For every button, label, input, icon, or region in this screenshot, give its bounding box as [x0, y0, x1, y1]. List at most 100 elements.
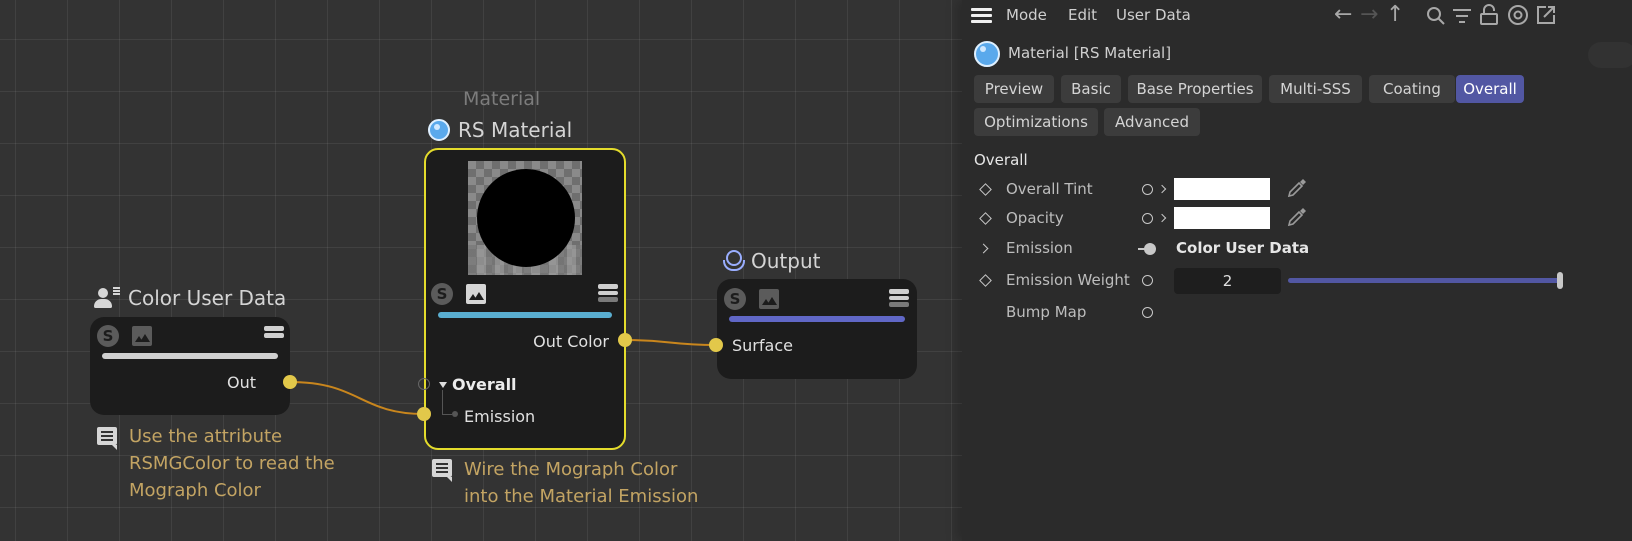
- output-icon: [723, 250, 745, 272]
- tab-advanced[interactable]: Advanced: [1104, 108, 1200, 136]
- preview-sphere: [477, 169, 575, 267]
- note-line: RSMGColor to read the: [129, 453, 335, 474]
- tree-line: [442, 390, 443, 415]
- port-label-emission: Emission: [464, 407, 536, 426]
- object-title: Material [RS Material]: [1008, 44, 1172, 62]
- arrow-up-icon[interactable]: ↑: [1386, 4, 1404, 26]
- note-icon: [97, 427, 117, 450]
- expand-chevron-icon[interactable]: [1157, 184, 1167, 194]
- expand-chevron-icon[interactable]: [1157, 213, 1167, 223]
- hamburger-menu-icon[interactable]: [971, 8, 992, 23]
- param-label-emission: Emission: [1006, 239, 1073, 257]
- keyframe-diamond-icon[interactable]: [979, 183, 992, 196]
- note-line: Mograph Color: [129, 480, 261, 501]
- tab-overall[interactable]: Overall: [1456, 75, 1524, 103]
- param-label-bump-map: Bump Map: [1006, 303, 1087, 321]
- target-icon[interactable]: [1507, 4, 1529, 26]
- filter-icon[interactable]: [1452, 7, 1472, 25]
- note-line: into the Material Emission: [464, 486, 699, 507]
- keyframe-diamond-icon[interactable]: [979, 274, 992, 287]
- output-caption: Output: [723, 249, 820, 273]
- preview-toggle-icon[interactable]: [466, 284, 486, 304]
- solo-icon[interactable]: S: [724, 288, 746, 310]
- node-color-bar: [102, 353, 278, 359]
- rs-material-title: RS Material: [458, 118, 573, 142]
- eyedropper-icon[interactable]: [1286, 177, 1308, 199]
- new-window-icon[interactable]: [1536, 5, 1558, 25]
- note-left[interactable]: Use the attribute RSMGColor to read the …: [129, 423, 335, 504]
- rs-material-icon: [428, 119, 450, 141]
- slider-fill: [1288, 278, 1560, 283]
- material-preview: [468, 161, 582, 275]
- node-menu-icon[interactable]: [264, 326, 284, 344]
- emission-link-value: Color User Data: [1176, 239, 1310, 257]
- preview-toggle-icon[interactable]: [759, 289, 779, 309]
- port-emission[interactable]: [417, 407, 431, 421]
- collapse-triangle-icon[interactable]: [439, 382, 447, 388]
- port-out[interactable]: [283, 375, 297, 389]
- rs-material-caption: RS Material: [428, 118, 572, 142]
- port-toggle-icon[interactable]: [1142, 275, 1153, 286]
- group-label-overall[interactable]: Overall: [452, 375, 517, 394]
- lock-icon[interactable]: [1479, 4, 1499, 26]
- emission-weight-field[interactable]: 2: [1174, 268, 1281, 294]
- output-title: Output: [751, 249, 821, 273]
- note-right[interactable]: Wire the Mograph Color into the Material…: [464, 456, 698, 510]
- preview-toggle-icon[interactable]: [132, 326, 152, 346]
- tree-dot: [452, 411, 458, 417]
- node-menu-icon[interactable]: [889, 289, 909, 308]
- emission-weight-slider[interactable]: [1288, 272, 1563, 289]
- menu-mode[interactable]: Mode: [1006, 6, 1047, 24]
- rs-material-node[interactable]: S Out Color Overall Emission: [418, 148, 626, 450]
- note-line: Wire the Mograph Color: [464, 459, 678, 480]
- color-user-data-node[interactable]: S Out: [90, 317, 290, 415]
- attribute-manager: Mode Edit User Data ← → ↑ Material [RS M…: [962, 0, 1632, 541]
- eyedropper-icon[interactable]: [1286, 206, 1308, 228]
- node-menu-icon[interactable]: [598, 284, 618, 303]
- node-editor-canvas[interactable]: Color User Data S Out Use the attribute …: [0, 0, 1000, 541]
- param-label-overall-tint: Overall Tint: [1006, 180, 1093, 198]
- slider-handle[interactable]: [1557, 272, 1563, 289]
- tab-basic[interactable]: Basic: [1061, 75, 1121, 103]
- expand-chevron-icon[interactable]: [978, 243, 989, 254]
- menu-bar: Mode Edit User Data ← → ↑: [962, 0, 1632, 32]
- toggle-pill[interactable]: [1588, 42, 1632, 68]
- search-icon[interactable]: [1426, 6, 1446, 26]
- port-label-out: Out: [226, 373, 256, 392]
- port-toggle-icon[interactable]: [1142, 307, 1153, 318]
- menu-user-data[interactable]: User Data: [1116, 6, 1191, 24]
- app-window: Color User Data S Out Use the attribute …: [0, 0, 1632, 541]
- node-color-bar: [729, 316, 905, 322]
- solo-icon[interactable]: S: [431, 283, 453, 305]
- arrow-left-icon[interactable]: ←: [1334, 4, 1352, 26]
- tab-multi-sss[interactable]: Multi-SSS: [1269, 75, 1362, 103]
- port-out-color[interactable]: [618, 333, 632, 347]
- port-toggle-icon[interactable]: [1142, 213, 1153, 224]
- note-icon: [432, 459, 452, 482]
- tab-optimizations[interactable]: Optimizations: [974, 108, 1098, 136]
- tab-base-properties[interactable]: Base Properties: [1128, 75, 1262, 103]
- wire-out-to-emission[interactable]: [289, 381, 425, 415]
- port-surface[interactable]: [709, 338, 723, 352]
- param-label-emission-weight: Emission Weight: [1006, 271, 1130, 289]
- connected-port-icon[interactable]: [1138, 243, 1156, 255]
- section-title: Overall: [974, 151, 1028, 169]
- menu-edit[interactable]: Edit: [1068, 6, 1097, 24]
- tab-coating[interactable]: Coating: [1369, 75, 1455, 103]
- user-data-icon: [94, 287, 120, 309]
- wire-outcolor-to-surface[interactable]: [624, 339, 717, 346]
- keyframe-diamond-icon[interactable]: [979, 212, 992, 225]
- opacity-swatch[interactable]: [1174, 207, 1270, 229]
- param-label-opacity: Opacity: [1006, 209, 1064, 227]
- tab-preview[interactable]: Preview: [974, 75, 1054, 103]
- solo-icon[interactable]: S: [97, 325, 119, 347]
- material-subtitle: Material: [463, 88, 541, 110]
- port-label-out-color: Out Color: [533, 332, 609, 351]
- port-toggle-icon[interactable]: [1142, 184, 1153, 195]
- color-user-data-title: Color User Data: [128, 286, 287, 310]
- output-node[interactable]: S Surface: [717, 279, 917, 379]
- arrow-right-icon[interactable]: →: [1360, 4, 1378, 26]
- overall-tint-swatch[interactable]: [1174, 178, 1270, 200]
- group-port[interactable]: [418, 378, 430, 390]
- material-icon: [974, 41, 1000, 67]
